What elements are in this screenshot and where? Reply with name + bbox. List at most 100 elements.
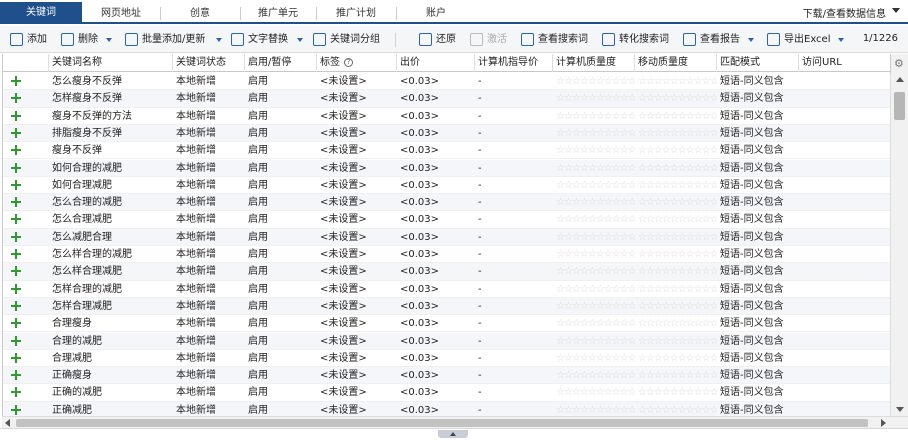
enable-status-cell[interactable]: 启用 [245, 263, 317, 280]
bid-cell[interactable]: <0.03> [397, 229, 475, 246]
table-row[interactable]: 正确减肥本地新增启用<未设置><0.03>-☆☆☆☆☆☆☆☆☆☆0☆☆☆☆☆☆☆… [3, 401, 890, 416]
keyword-status-cell[interactable]: 本地新增 [173, 90, 245, 107]
pc-bid-guide-cell[interactable]: - [475, 246, 553, 263]
keyword-status-cell[interactable]: 本地新增 [173, 211, 245, 228]
table-row[interactable]: 正确的减肥本地新增启用<未设置><0.03>-☆☆☆☆☆☆☆☆☆☆0☆☆☆☆☆☆… [3, 384, 890, 402]
pc-bid-guide-cell[interactable]: - [475, 350, 553, 367]
visit-url-cell[interactable] [799, 194, 890, 211]
enable-status-cell[interactable]: 启用 [245, 246, 317, 263]
add-icon[interactable] [11, 197, 21, 208]
table-row[interactable]: 怎样瘦身不反弹本地新增启用<未设置><0.03>-☆☆☆☆☆☆☆☆☆☆0☆☆☆☆… [3, 90, 890, 108]
add-icon[interactable] [11, 249, 21, 259]
tag-cell[interactable]: <未设置> [317, 263, 397, 280]
pc-bid-guide-cell[interactable]: - [475, 142, 553, 159]
pc-bid-guide-cell[interactable]: - [475, 281, 553, 298]
keyword-status-cell[interactable]: 本地新增 [173, 350, 245, 367]
match-mode-cell[interactable]: 短语-同义包含 [717, 350, 799, 367]
table-row[interactable]: 怎样合理的减肥本地新增启用<未设置><0.03>-☆☆☆☆☆☆☆☆☆☆0☆☆☆☆… [3, 281, 890, 298]
bid-cell[interactable]: <0.03> [397, 333, 475, 350]
pc-bid-guide-cell[interactable]: - [475, 298, 553, 315]
keyword-name-cell[interactable]: 怎么减肥合理 [49, 229, 173, 246]
table-row[interactable]: 合理的减肥本地新增启用<未设置><0.03>-☆☆☆☆☆☆☆☆☆☆0☆☆☆☆☆☆… [3, 332, 890, 350]
add-icon[interactable] [11, 370, 21, 381]
enable-status-cell[interactable]: 启用 [245, 73, 317, 90]
pc-bid-guide-cell[interactable]: - [475, 367, 553, 384]
tab-account[interactable]: 账户 [396, 3, 476, 24]
tag-cell[interactable]: <未设置> [317, 350, 397, 367]
enable-status-cell[interactable]: 启用 [245, 367, 317, 384]
download-data-link[interactable]: 下载/查看数据信息 [803, 5, 886, 20]
add-icon[interactable] [11, 179, 21, 190]
keyword-status-cell[interactable]: 本地新增 [173, 281, 245, 298]
table-row[interactable]: 怎么样合理的减肥本地新增启用<未设置><0.03>-☆☆☆☆☆☆☆☆☆☆0☆☆☆… [3, 246, 890, 264]
match-mode-cell[interactable]: 短语-同义包含 [717, 73, 799, 90]
match-mode-cell[interactable]: 短语-同义包含 [717, 333, 799, 350]
pc-bid-guide-cell[interactable]: - [475, 108, 553, 125]
bid-cell[interactable]: <0.03> [397, 177, 475, 194]
horizontal-scrollbar[interactable] [2, 416, 908, 428]
visit-url-cell[interactable] [799, 125, 890, 142]
chevron-down-icon[interactable] [892, 8, 900, 13]
table-row[interactable]: 排脂瘦身不反弹本地新增启用<未设置><0.03>-☆☆☆☆☆☆☆☆☆☆0☆☆☆☆… [3, 124, 890, 143]
table-row[interactable]: 瘦身不反弹的方法本地新增启用<未设置><0.03>-☆☆☆☆☆☆☆☆☆☆0☆☆☆… [3, 108, 890, 125]
keyword-status-cell[interactable]: 本地新增 [173, 125, 245, 142]
pc-bid-guide-cell[interactable]: - [475, 90, 553, 107]
help-icon[interactable]: ? [344, 57, 353, 67]
match-mode-cell[interactable]: 短语-同义包含 [717, 384, 799, 401]
bid-cell[interactable]: <0.03> [397, 73, 475, 90]
header-pc-bid-guide[interactable]: 计算机指导价 [475, 54, 553, 72]
tab-keywords[interactable]: 关键词 [0, 2, 82, 24]
bid-cell[interactable]: <0.03> [397, 160, 475, 177]
match-mode-cell[interactable]: 短语-同义包含 [717, 263, 799, 280]
bid-cell[interactable]: <0.03> [397, 402, 475, 416]
tab-web-address[interactable]: 网页地址 [82, 3, 160, 24]
keyword-status-cell[interactable]: 本地新增 [173, 177, 245, 194]
bid-cell[interactable]: <0.03> [397, 194, 475, 211]
visit-url-cell[interactable] [799, 315, 890, 332]
keyword-name-cell[interactable]: 怎么样合理的减肥 [49, 246, 173, 263]
tag-cell[interactable]: <未设置> [317, 160, 397, 177]
scroll-down-icon[interactable] [896, 407, 904, 412]
bid-cell[interactable]: <0.03> [397, 315, 475, 332]
table-row[interactable]: 正确瘦身本地新增启用<未设置><0.03>-☆☆☆☆☆☆☆☆☆☆0☆☆☆☆☆☆☆… [3, 367, 890, 385]
keyword-name-cell[interactable]: 怎么合理的减肥 [49, 194, 173, 211]
tag-cell[interactable]: <未设置> [317, 90, 397, 107]
keyword-name-cell[interactable]: 合理减肥 [49, 350, 173, 367]
visit-url-cell[interactable] [799, 298, 890, 315]
keyword-name-cell[interactable]: 怎样合理减肥 [49, 298, 173, 315]
tag-cell[interactable]: <未设置> [317, 246, 397, 263]
visit-url-cell[interactable] [799, 333, 890, 350]
enable-status-cell[interactable]: 启用 [245, 108, 317, 125]
header-visit-url[interactable]: 访问URL [799, 54, 890, 72]
tag-cell[interactable]: <未设置> [317, 298, 397, 315]
scroll-right-icon[interactable] [881, 419, 886, 427]
keyword-name-cell[interactable]: 合理瘦身 [49, 315, 173, 332]
pc-bid-guide-cell[interactable]: - [475, 315, 553, 332]
match-mode-cell[interactable]: 短语-同义包含 [717, 367, 799, 384]
visit-url-cell[interactable] [799, 384, 890, 401]
bid-cell[interactable]: <0.03> [397, 125, 475, 142]
match-mode-cell[interactable]: 短语-同义包含 [717, 298, 799, 315]
enable-status-cell[interactable]: 启用 [245, 298, 317, 315]
keyword-status-cell[interactable]: 本地新增 [173, 160, 245, 177]
match-mode-cell[interactable]: 短语-同义包含 [717, 177, 799, 194]
expand-panel-handle[interactable] [438, 430, 468, 438]
bid-cell[interactable]: <0.03> [397, 263, 475, 280]
visit-url-cell[interactable] [799, 350, 890, 367]
table-row[interactable]: 如何合理的减肥本地新增启用<未设置><0.03>-☆☆☆☆☆☆☆☆☆☆0☆☆☆☆… [3, 159, 890, 177]
header-enable-pause[interactable]: 启用/暂停 [245, 54, 317, 72]
tag-cell[interactable]: <未设置> [317, 194, 397, 211]
tag-cell[interactable]: <未设置> [317, 384, 397, 401]
vertical-scroll-thumb[interactable] [894, 92, 905, 120]
add-icon[interactable] [11, 162, 21, 173]
table-row[interactable]: 怎么合理减肥本地新增启用<未设置><0.03>-☆☆☆☆☆☆☆☆☆☆0☆☆☆☆☆… [3, 211, 890, 229]
pc-bid-guide-cell[interactable]: - [475, 177, 553, 194]
tag-cell[interactable]: <未设置> [317, 281, 397, 298]
visit-url-cell[interactable] [799, 142, 890, 159]
bid-cell[interactable]: <0.03> [397, 281, 475, 298]
header-match-mode[interactable]: 匹配模式 [717, 54, 799, 72]
visit-url-cell[interactable] [799, 263, 890, 280]
match-mode-cell[interactable]: 短语-同义包含 [717, 90, 799, 107]
pc-bid-guide-cell[interactable]: - [475, 384, 553, 401]
vertical-scrollbar[interactable] [890, 74, 908, 416]
